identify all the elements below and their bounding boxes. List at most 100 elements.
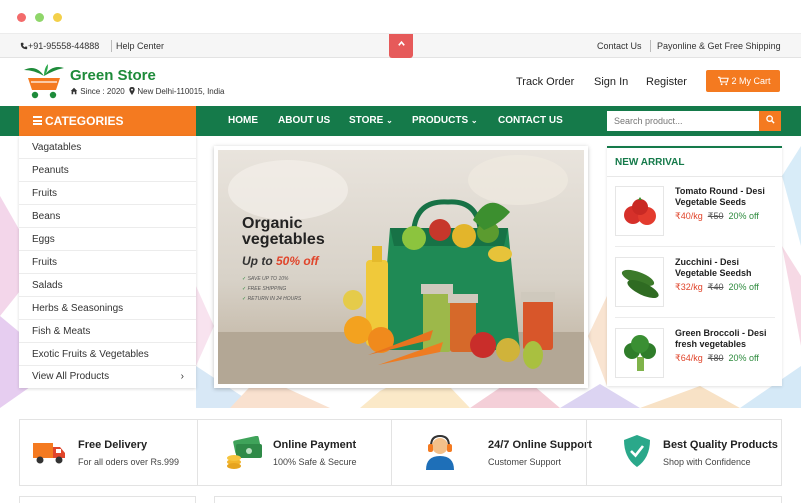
product-name[interactable]: Tomato Round - Desi Vegetable Seeds [675, 186, 779, 208]
search-button[interactable] [759, 111, 781, 131]
price-discount: 20% off [728, 282, 759, 292]
new-arrival-title: NEW ARRIVAL [615, 157, 685, 168]
feature-online-payment: Online Payment 100% Safe & Secure [198, 420, 393, 485]
chevron-down-icon: ⌄ [470, 116, 478, 125]
nav-contact-us[interactable]: CONTACT US [498, 115, 563, 126]
hero-banner[interactable]: Organic vegetables Up to 50% off ✓ SAVE … [214, 146, 588, 388]
cart-leaf-logo[interactable] [22, 64, 66, 100]
category-item[interactable]: Exotic Fruits & Vegetables [19, 343, 196, 366]
sign-in-link[interactable]: Sign In [594, 76, 628, 88]
category-item[interactable]: Vagatables [19, 136, 196, 159]
category-item[interactable]: Beans [19, 205, 196, 228]
feature-title: 24/7 Online Support [488, 439, 592, 451]
nav-store[interactable]: STORE ⌄ [349, 115, 393, 126]
category-item[interactable]: Herbs & Seasonings [19, 297, 196, 320]
zucchini-image [621, 269, 659, 299]
help-center-link[interactable]: Help Center [116, 41, 164, 51]
categories-toggle[interactable]: CATEGORIES [19, 106, 196, 136]
bottom-card [19, 496, 196, 503]
divider [615, 246, 775, 247]
product-name[interactable]: Green Broccoli - Desi fresh vegetables [675, 328, 779, 350]
offer-value: 50% off [276, 254, 319, 268]
banner-title: Organic vegetables [242, 216, 325, 248]
headset-icon [426, 434, 454, 470]
truck-icon [33, 443, 65, 464]
divider [607, 176, 782, 177]
category-item[interactable]: Fruits [19, 251, 196, 274]
phone-number[interactable]: +91-95558-44888 [20, 41, 99, 51]
payonline-link[interactable]: Payonline & Get Free Shipping [657, 41, 781, 51]
nav-home[interactable]: HOME [228, 115, 258, 126]
view-all-products-link[interactable]: View All Products › [19, 365, 196, 388]
money-icon [227, 436, 262, 469]
product-thumbnail[interactable] [615, 257, 664, 307]
store-name[interactable]: Green Store [70, 67, 156, 84]
check-icon: ✓ [242, 286, 247, 292]
search-icon [765, 115, 775, 124]
banner-offer: Up to 50% off [242, 254, 318, 268]
product-name[interactable]: Zucchini - Desi Vegetable Seedsh [675, 257, 779, 279]
product-price: ₹32/kg ₹40 20% off [675, 282, 759, 293]
category-item[interactable]: Peanuts [19, 159, 196, 182]
banner-feature-text: FREE SHIPPING [247, 286, 287, 292]
scroll-up-button[interactable] [389, 34, 413, 58]
price-current: ₹64/kg [675, 353, 703, 363]
feature-subtitle: For all oders over Rs.999 [78, 457, 180, 467]
price-discount: 20% off [728, 211, 759, 221]
banner-image: Organic vegetables Up to 50% off ✓ SAVE … [218, 150, 584, 384]
chevron-down-icon: ⌄ [386, 116, 393, 125]
banner-feature: ✓ SAVE UP TO 10% [242, 276, 288, 282]
feature-title: Free Delivery [78, 439, 148, 451]
categories-label: CATEGORIES [45, 114, 124, 128]
features-strip: Free Delivery For all oders over Rs.999 … [19, 419, 782, 486]
nav-products[interactable]: PRODUCTS ⌄ [412, 115, 478, 126]
map-pin-icon [129, 87, 135, 95]
price-old: ₹80 [707, 353, 724, 363]
contact-us-link[interactable]: Contact Us [597, 41, 642, 51]
location-text: New Delhi-110015, India [137, 87, 225, 96]
feature-free-delivery: Free Delivery For all oders over Rs.999 [20, 420, 215, 485]
product-price: ₹64/kg ₹80 20% off [675, 353, 759, 364]
register-link[interactable]: Register [646, 76, 687, 88]
track-order-link[interactable]: Track Order [516, 76, 574, 88]
banner-title-line2: vegetables [242, 231, 325, 248]
feature-online-support: 24/7 Online Support Customer Support [392, 420, 592, 485]
divider [615, 317, 775, 318]
view-all-label: View All Products [32, 371, 110, 382]
chevron-up-icon [397, 40, 405, 46]
topbar-divider [111, 40, 112, 52]
check-icon: ✓ [242, 296, 247, 302]
check-icon: ✓ [242, 276, 247, 282]
category-item[interactable]: Fish & Meats [19, 320, 196, 343]
close-dot[interactable] [17, 13, 26, 22]
nav-about-us[interactable]: ABOUT US [278, 115, 330, 126]
topbar-divider [650, 40, 651, 52]
feature-title: Online Payment [273, 439, 357, 451]
price-current: ₹40/kg [675, 211, 703, 221]
maximize-dot[interactable] [35, 13, 44, 22]
banner-feature: ✓ FREE SHIPPING [242, 286, 286, 292]
product-thumbnail[interactable] [615, 328, 664, 378]
site-header: Green Store Since : 2020 New Delhi-11001… [0, 58, 801, 106]
search-input[interactable] [607, 111, 759, 131]
minimize-dot[interactable] [53, 13, 62, 22]
hamburger-icon [33, 116, 42, 125]
since-text: Since : 2020 [80, 87, 125, 96]
tomato-image [624, 197, 656, 225]
price-discount: 20% off [728, 353, 759, 363]
category-item[interactable]: Eggs [19, 228, 196, 251]
store-meta: Since : 2020 New Delhi-110015, India [70, 87, 224, 96]
product-thumbnail[interactable] [615, 186, 664, 236]
phone-text: +91-95558-44888 [28, 41, 100, 51]
category-item[interactable]: Fruits [19, 182, 196, 205]
banner-feature-text: SAVE UP TO 10% [247, 276, 289, 282]
category-item[interactable]: Salads [19, 274, 196, 297]
product-price: ₹40/kg ₹50 20% off [675, 211, 759, 222]
cart-label: 2 My Cart [731, 76, 771, 86]
banner-feature-text: RETURN IN 24 HOURS [247, 296, 302, 302]
my-cart-button[interactable]: 2 My Cart [706, 70, 780, 92]
nav-products-label: PRODUCTS [412, 115, 469, 126]
price-old: ₹40 [707, 282, 724, 292]
shopping-cart-icon [718, 76, 729, 86]
banner-feature: ✓ RETURN IN 24 HOURS [242, 296, 301, 302]
